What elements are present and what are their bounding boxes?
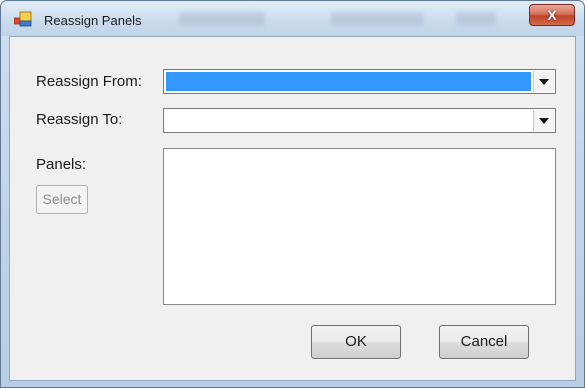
panels-listbox[interactable] (163, 148, 556, 305)
reassign-to-label: Reassign To: (36, 111, 123, 128)
title-bar[interactable]: Reassign Panels X (1, 1, 584, 36)
dialog-window: Reassign Panels X Reassign From: Reassig… (0, 0, 585, 388)
reassign-from-label: Reassign From: (36, 73, 142, 90)
background-ghost (179, 12, 265, 26)
chevron-down-icon[interactable] (533, 71, 554, 92)
panels-label: Panels: (36, 156, 87, 173)
reassign-to-value (166, 111, 531, 130)
dialog-body: Reassign From: Reassign To: Panels: Sele… (9, 36, 576, 381)
window-title: Reassign Panels (44, 13, 142, 28)
cancel-button[interactable]: Cancel (439, 325, 529, 359)
reassign-from-dropdown[interactable] (163, 69, 556, 94)
background-ghost (456, 12, 496, 26)
close-icon: X (547, 7, 557, 23)
select-button[interactable]: Select (36, 185, 88, 214)
reassign-to-dropdown[interactable] (163, 108, 556, 133)
reassign-from-selection (166, 72, 531, 91)
app-icon (14, 11, 32, 27)
close-button[interactable]: X (529, 4, 575, 26)
ok-button[interactable]: OK (311, 325, 401, 359)
background-ghost (331, 12, 423, 26)
chevron-down-icon[interactable] (533, 110, 554, 131)
